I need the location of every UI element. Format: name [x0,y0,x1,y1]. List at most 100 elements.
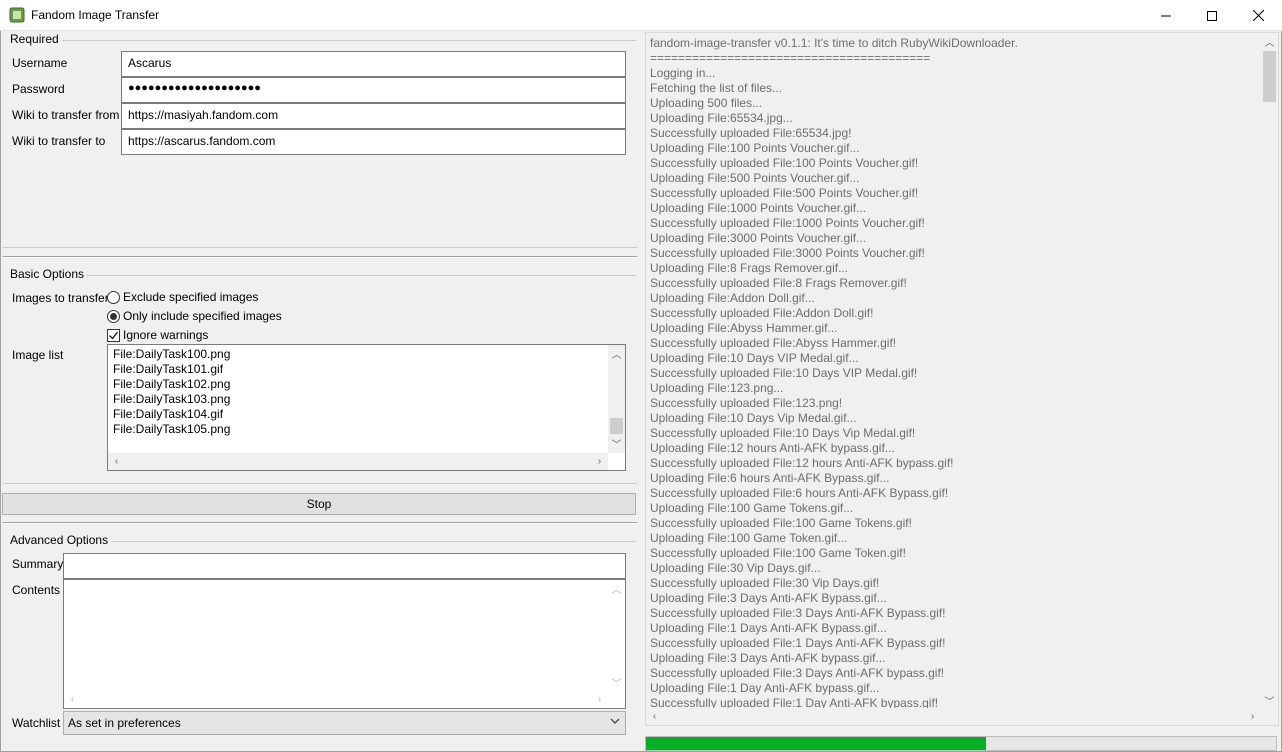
ignore-warnings-box[interactable] [107,328,120,342]
log-output[interactable]: fandom-image-transfer v0.1.1: It's time … [645,32,1279,726]
image-list-textarea[interactable]: File:DailyTask100.png File:DailyTask101.g… [107,344,626,471]
scroll-thumb[interactable] [1263,51,1276,102]
watchlist-select[interactable]: As set in preferences [63,711,626,735]
radio-exclude-circle[interactable] [107,290,120,304]
scroll-up-icon[interactable]: ︿ [608,580,625,597]
log-line: Successfully uploaded File:3000 Points V… [650,246,925,260]
basic-group-bottom [3,483,637,484]
log-line: Successfully uploaded File:3 Days Anti-A… [650,606,946,620]
log-line: Successfully uploaded File:1000 Points V… [650,216,925,230]
wiki-to-input[interactable]: https://ascarus.fandom.com [121,129,626,155]
scroll-left-icon[interactable]: ‹ [646,708,663,725]
required-group-border [62,40,636,41]
scroll-down-icon[interactable]: ﹀ [608,435,625,452]
log-line: Successfully uploaded File:123.png! [650,396,843,410]
contents-textarea[interactable]: ︿ ﹀ ‹ › [63,579,626,709]
log-line: Successfully uploaded File:30 Vip Days.g… [650,576,880,590]
image-list-hscroll[interactable]: ‹ › [108,453,608,470]
scroll-up-icon[interactable]: ︿ [608,345,625,362]
password-label: Password [12,82,65,96]
window-title: Fandom Image Transfer [31,8,160,22]
minimize-button[interactable] [1143,0,1189,31]
log-line: Successfully uploaded File:10 Days VIP M… [650,366,918,380]
scroll-down-icon[interactable]: ﹀ [608,674,625,691]
radio-include-circle[interactable] [107,309,120,323]
scroll-right-icon[interactable]: › [591,453,608,470]
scroll-right-icon[interactable]: › [591,691,608,708]
log-line: Uploading File:30 Vip Days.gif... [650,561,821,575]
ignore-warnings-checkbox[interactable]: Ignore warnings [107,328,208,342]
image-list-label: Image list [12,348,64,362]
log-line: Uploading File:65534.jpg... [650,111,793,125]
scroll-down-icon[interactable]: ﹀ [1261,692,1278,709]
log-line: Uploading File:1000 Points Voucher.gif..… [650,201,867,215]
log-line: Uploading File:123.png... [650,381,784,395]
log-line: Uploading File:3 Days Anti-AFK bypass.gi… [650,651,886,665]
splitter-2[interactable] [3,522,637,524]
log-line: Uploading File:Abyss Hammer.gif... [650,321,838,335]
scroll-thumb[interactable] [610,418,623,434]
image-list-item: File:DailyTask100.png [113,347,231,361]
radio-exclude-label: Exclude specified images [123,290,259,304]
log-line: Successfully uploaded File:12 hours Anti… [650,456,954,470]
password-input[interactable]: ●●●●●●●●●●●●●●●●●●●● [121,77,626,103]
image-list-item: File:DailyTask105.png [113,422,231,436]
scroll-left-icon[interactable]: ‹ [64,691,81,708]
log-line: fandom-image-transfer v0.1.1: It's time … [650,36,1018,50]
log-line: Uploading File:12 hours Anti-AFK bypass.… [650,441,895,455]
log-line: Successfully uploaded File:8 Frags Remov… [650,276,907,290]
log-line: Uploading File:8 Frags Remover.gif... [650,261,849,275]
username-input[interactable]: Ascarus [121,51,626,77]
log-line: Uploading File:6 hours Anti-AFK Bypass.g… [650,471,890,485]
radio-include[interactable]: Only include specified images [107,309,282,323]
maximize-button[interactable] [1189,0,1235,31]
radio-exclude[interactable]: Exclude specified images [107,290,258,304]
log-line: Successfully uploaded File:100 Points Vo… [650,156,919,170]
log-line: Uploading File:500 Points Voucher.gif... [650,171,860,185]
images-to-transfer-label: Images to transfer [12,291,109,305]
fandom-app-icon [9,7,25,23]
basic-group-title: Basic Options [10,267,85,281]
log-line: Uploading File:3000 Points Voucher.gif..… [650,231,867,245]
image-list-item: File:DailyTask102.png [113,377,231,391]
scroll-right-icon[interactable]: › [1244,708,1261,725]
image-list-lines: File:DailyTask100.png File:DailyTask101.g… [113,347,230,437]
summary-input[interactable] [63,553,626,579]
wiki-from-input[interactable]: https://masiyah.fandom.com [121,103,626,129]
log-line: Uploading File:100 Points Voucher.gif... [650,141,860,155]
log-line: Logging in... [650,66,716,80]
watchlist-label: Watchlist [12,716,61,730]
contents-hscroll[interactable]: ‹ › [64,691,608,708]
close-icon [1252,10,1264,21]
log-line: Fetching the list of files... [650,81,783,95]
image-list-vscroll[interactable]: ︿ ﹀ [608,345,625,453]
log-hscroll[interactable]: ‹ › [646,708,1261,725]
ignore-warnings-label: Ignore warnings [123,328,209,342]
log-line: Uploading File:10 Days VIP Medal.gif... [650,351,859,365]
log-line: Uploading File:100 Game Tokens.gif... [650,501,854,515]
scroll-up-icon[interactable]: ︿ [1261,33,1278,50]
minimize-icon [1161,15,1171,16]
log-line: Successfully uploaded File:1 Days Anti-A… [650,636,946,650]
stop-button[interactable]: Stop [2,493,636,515]
title-bar: Fandom Image Transfer [0,0,1282,31]
log-line: Successfully uploaded File:Abyss Hammer.… [650,336,897,350]
log-line: Successfully uploaded File:6 hours Anti-… [650,486,949,500]
log-line: Successfully uploaded File:10 Days Vip M… [650,426,916,440]
log-line: Successfully uploaded File:100 Game Toke… [650,516,912,530]
log-line: Successfully uploaded File:Addon Doll.gi… [650,306,874,320]
log-line: Uploading 500 files... [650,96,763,110]
wiki-from-label: Wiki to transfer from [12,108,120,122]
close-button[interactable] [1235,0,1281,31]
log-vscroll[interactable]: ︿ ﹀ [1261,33,1278,709]
contents-label: Contents [12,583,61,597]
basic-group-border [86,275,636,276]
log-line: Successfully uploaded File:3 Days Anti-A… [650,666,945,680]
log-line: Uploading File:1 Day Anti-AFK bypass.gif… [650,681,880,695]
splitter-1[interactable] [3,256,637,258]
required-group-bottom [3,247,637,248]
log-line: Uploading File:Addon Doll.gif... [650,291,815,305]
scroll-left-icon[interactable]: ‹ [108,453,125,470]
chevron-down-icon [610,715,620,729]
contents-vscroll[interactable]: ︿ ﹀ [608,580,625,691]
